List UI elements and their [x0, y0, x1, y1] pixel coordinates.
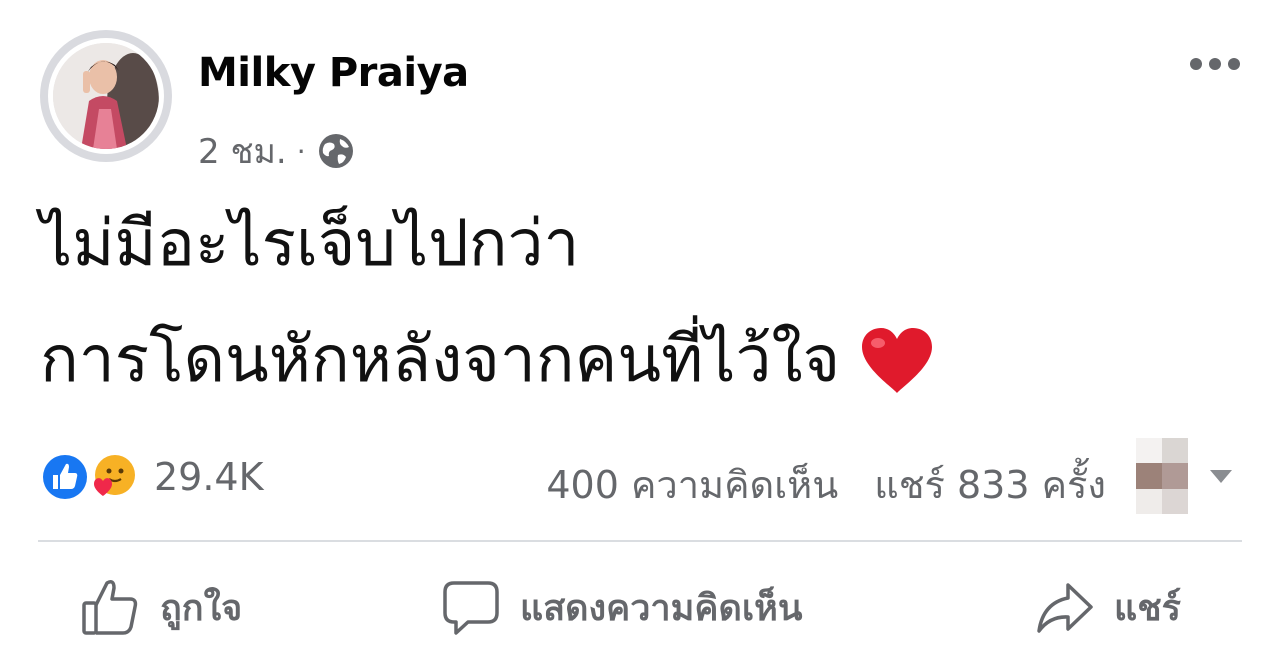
- author-name[interactable]: Milky Praiya: [198, 50, 469, 96]
- more-options-button[interactable]: [1182, 44, 1248, 84]
- comment-button[interactable]: แสดงความคิดเห็น: [440, 572, 802, 642]
- share-button[interactable]: แชร์: [1034, 572, 1181, 642]
- chevron-down-icon: [1210, 469, 1232, 483]
- post-stats: 400 ความคิดเห็น แชร์ 833 ครั้ง: [546, 454, 1106, 515]
- reaction-count: 29.4K: [154, 455, 264, 499]
- comment-bubble-icon: [443, 581, 499, 635]
- divider: [38, 540, 1242, 542]
- like-reaction-icon: [40, 452, 90, 502]
- author-avatar[interactable]: [40, 30, 172, 162]
- post-meta: 2 ชม. ·: [198, 124, 356, 178]
- more-dots-icon: [1190, 58, 1202, 70]
- share-count[interactable]: แชร์ 833 ครั้ง: [874, 454, 1106, 515]
- care-reaction-icon: [88, 452, 138, 502]
- avatar-photo: [53, 43, 159, 149]
- share-button-label: แชร์: [1114, 587, 1181, 629]
- globe-icon[interactable]: [316, 131, 356, 171]
- thumbs-up-icon: [82, 580, 138, 635]
- comment-button-label: แสดงความคิดเห็น: [520, 587, 803, 629]
- like-button-label: ถูกใจ: [160, 587, 243, 629]
- post-text: ไม่มีอะไรเจ็บไปกว่า การโดนหักหลังจากคนที…: [40, 186, 936, 418]
- viewer-selector[interactable]: [1136, 438, 1232, 514]
- share-arrow-icon: [1037, 583, 1093, 633]
- post-text-line: การโดนหักหลังจากคนที่ไว้ใจ: [40, 323, 841, 397]
- like-button[interactable]: ถูกใจ: [80, 572, 242, 642]
- viewer-avatar: [1136, 438, 1188, 514]
- comment-count[interactable]: 400 ความคิดเห็น: [546, 454, 838, 515]
- post-text-line: ไม่มีอะไรเจ็บไปกว่า: [40, 207, 580, 281]
- heart-emoji-icon: [862, 328, 933, 393]
- reactions-summary[interactable]: 29.4K: [38, 450, 264, 504]
- post-time[interactable]: 2 ชม.: [198, 124, 287, 178]
- meta-separator: ·: [296, 134, 306, 168]
- facebook-post: Milky Praiya 2 ชม. · ไม่มีอะไรเจ็บไปกว่า…: [0, 0, 1280, 657]
